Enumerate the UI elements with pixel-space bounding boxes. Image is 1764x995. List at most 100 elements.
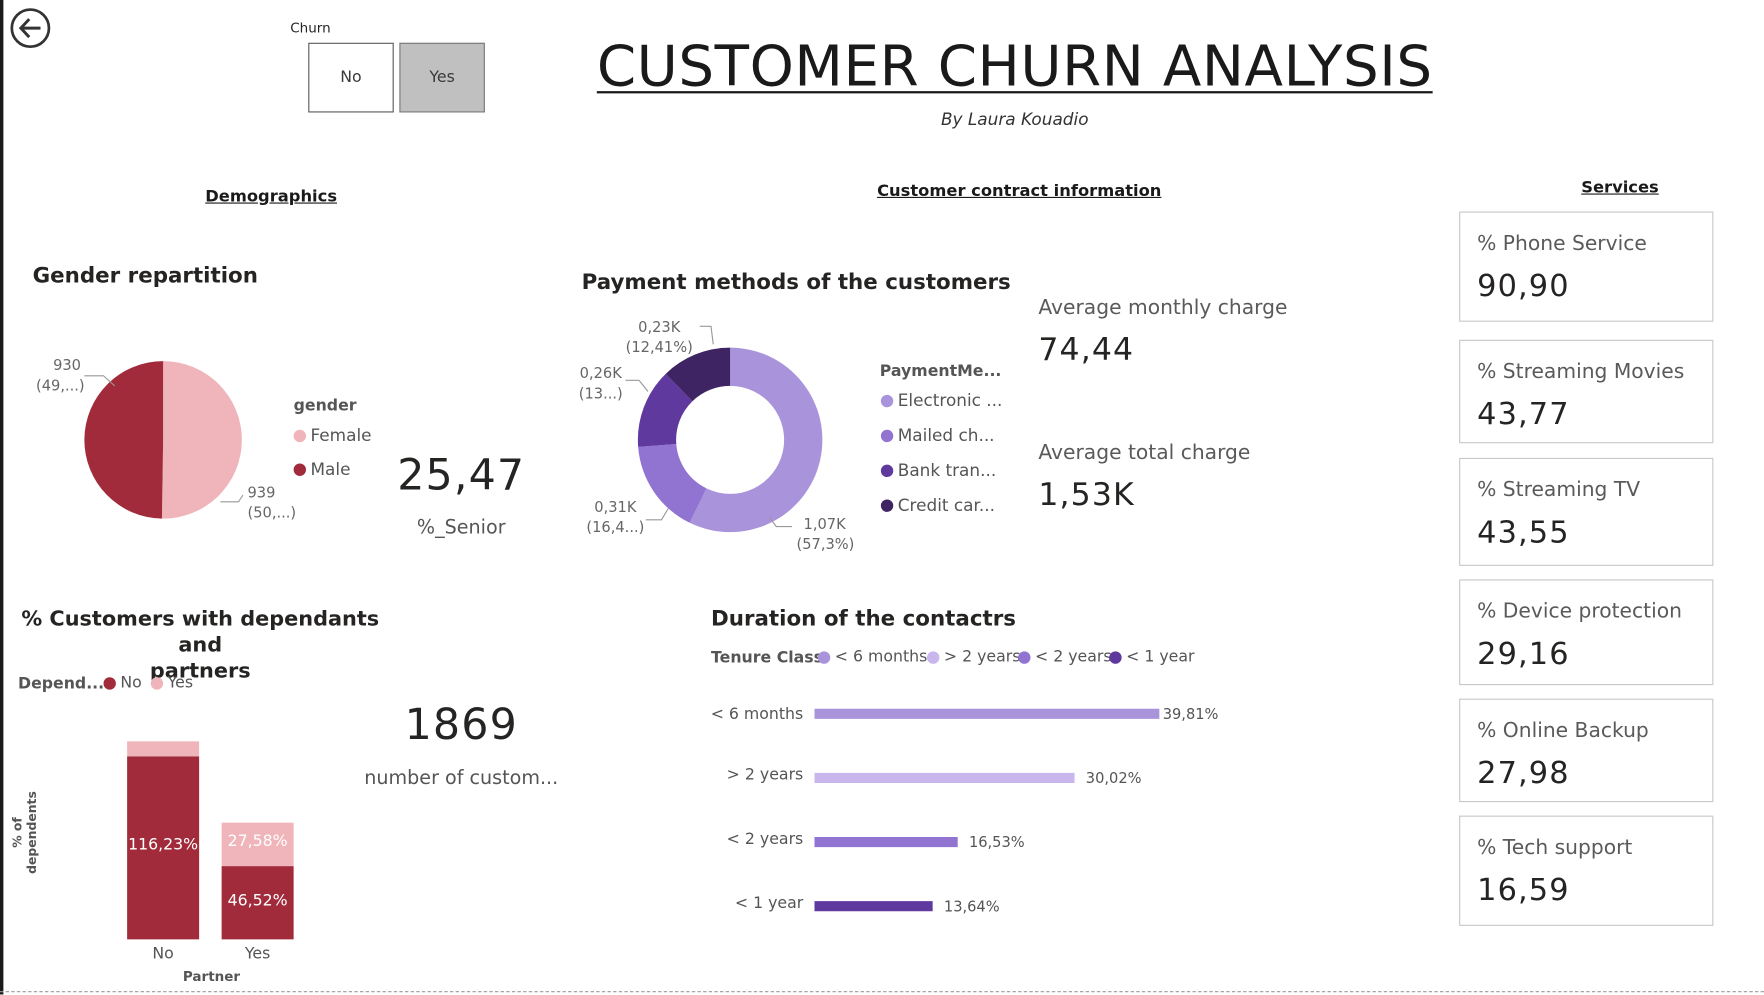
legend-item-mailed[interactable]: Mailed ch... [880,425,995,446]
gender-chart-title: Gender repartition [32,263,258,288]
duration-bar-1[interactable] [814,772,1075,783]
dependants-chart-title: % Customers with dependants and partners [11,606,389,684]
payment-legend-title: PaymentMe... [879,362,1002,381]
legend-item-gt2[interactable]: > 2 years [927,648,1020,666]
credit-dot-icon [880,498,894,512]
dependants-title-line1: % Customers with dependants and [21,607,380,658]
duration-category-label: < 2 years [727,829,804,848]
gender-female-label: 939 (50,...) [248,484,297,525]
electronic-dot-icon [880,394,894,407]
section-demographics: Demographics [205,187,338,206]
card-phone-service[interactable]: % Phone Service 90,90 [1459,211,1714,322]
senior-kpi-value: 25,47 [397,450,526,500]
dashboard-canvas: Churn No Yes CUSTOMER CHURN ANALYSIS By … [0,0,1764,995]
card-value: 29,16 [1477,636,1570,672]
section-contract: Customer contract information [877,182,1162,201]
payment-electronic-value: 1,07K [803,516,846,534]
pie-slice-female[interactable] [161,361,242,519]
legend-item-dep-no[interactable]: No [103,673,142,692]
legend-label-lt2: < 2 years [1035,648,1112,666]
monthly-charge-value: 74,44 [1038,330,1135,368]
legend-label-mailed: Mailed ch... [897,425,995,446]
page-title: CUSTOMER CHURN ANALYSIS [596,33,1433,99]
duration-bar-3[interactable] [814,901,933,912]
legend-item-lt6[interactable]: < 6 months [817,648,928,666]
legend-item-dep-yes[interactable]: Yes [150,673,194,692]
lt2-dot-icon [1018,650,1031,664]
card-device-protection[interactable]: % Device protection 29,16 [1459,579,1714,686]
senior-kpi-label: %_Senior [416,516,506,539]
bar-label-no-no: 116,23% [128,835,199,854]
gender-female-percent: (50,...) [247,505,297,522]
gender-legend-title: gender [293,397,357,416]
legend-item-electronic[interactable]: Electronic ... [880,390,1003,411]
dep-yes-dot-icon [150,676,164,690]
payment-credit-value: 0,23K [638,319,681,337]
legend-label-dep-yes: Yes [167,673,194,692]
churn-slicer-title: Churn [290,20,331,36]
gender-male-count: 930 [53,357,81,375]
payment-credit-label: 0,23K (12,41%) [626,318,694,359]
card-label: % Online Backup [1477,718,1649,743]
churn-option-no[interactable]: No [308,42,394,113]
payment-bank-value: 0,26K [579,365,622,383]
duration-bar-2[interactable] [814,837,958,848]
payment-credit-percent: (12,41%) [625,339,693,357]
duration-bar-0[interactable] [814,708,1160,719]
gt2-dot-icon [927,650,940,664]
legend-label-dep-no: No [120,673,142,692]
card-online-backup[interactable]: % Online Backup 27,98 [1459,698,1714,803]
pie-slice-male[interactable] [84,361,164,519]
payment-bank-label: 0,26K (13...) [576,365,626,406]
duration-value-label: 30,02% [1086,770,1142,787]
legend-label-male: Male [310,459,351,480]
legend-item-male[interactable]: Male [293,459,351,480]
section-services: Services [1581,178,1659,197]
tenure-legend-title: Tenure Class [711,649,824,668]
dependants-x-axis-label: Partner [182,968,241,985]
card-value: 27,98 [1477,756,1570,791]
card-value: 16,59 [1477,873,1570,908]
card-value: 90,90 [1477,268,1570,304]
legend-item-female[interactable]: Female [293,425,372,446]
bar-no-yes[interactable] [127,741,200,757]
mailed-dot-icon [880,429,894,442]
customers-kpi-value: 1869 [404,699,518,750]
dependants-legend-title: Depend... [18,675,105,693]
bar-label-yes-yes: 27,58% [227,832,288,851]
left-border [0,0,4,995]
arrow-left-circle-icon[interactable] [9,7,52,50]
card-value: 43,55 [1477,515,1570,551]
lt1-dot-icon [1109,650,1122,664]
duration-value-label: 13,64% [944,898,1000,915]
card-streaming-tv[interactable]: % Streaming TV 43,55 [1459,457,1714,566]
card-tech-support[interactable]: % Tech support 16,59 [1459,815,1714,926]
legend-label-lt6: < 6 months [834,648,928,666]
legend-label-credit: Credit car... [897,495,995,516]
duration-chart-title: Duration of the contactrs [711,606,1016,632]
payment-electronic-label: 1,07K (57,3%) [797,515,855,556]
card-streaming-movies[interactable]: % Streaming Movies 43,77 [1459,339,1714,444]
legend-label-electronic: Electronic ... [897,390,1003,411]
monthly-charge-label: Average monthly charge [1038,295,1288,320]
duration-bar-chart[interactable]: < 6 months 39,81% > 2 years 30,02% < 2 years… [698,686,1283,934]
duration-category-label: < 6 months [711,704,804,723]
legend-item-lt2[interactable]: < 2 years [1018,648,1112,666]
lt6-dot-icon [817,650,831,664]
dep-no-dot-icon [103,676,116,690]
card-label: % Streaming Movies [1477,360,1685,384]
male-dot-icon [293,462,306,476]
page-subtitle: By Laura Kouadio [940,109,1089,130]
card-label: % Device protection [1477,599,1682,624]
legend-label-female: Female [310,425,372,446]
legend-item-bank[interactable]: Bank tran... [880,460,997,481]
dependants-y-axis-label: % of dependents [10,791,40,874]
duration-category-label: > 2 years [727,765,804,784]
gender-male-percent: (49,...) [36,378,85,395]
legend-label-bank: Bank tran... [897,460,997,481]
legend-item-lt1[interactable]: < 1 year [1109,648,1195,666]
payment-mailed-percent: (16,4...) [586,519,645,537]
card-label: % Streaming TV [1477,478,1641,502]
x-tick-yes: Yes [244,945,271,963]
legend-item-credit[interactable]: Credit car... [880,495,995,516]
